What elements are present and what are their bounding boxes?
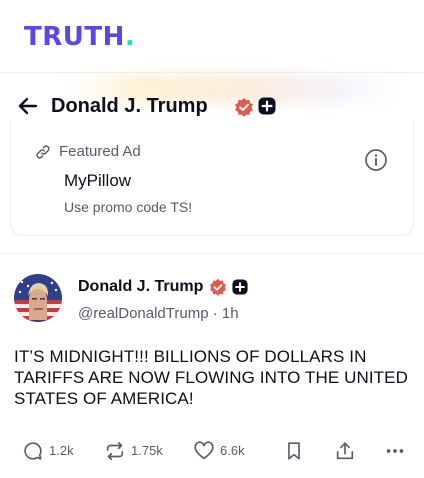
avatar-image (14, 274, 62, 322)
post-author-row: Donald J. Trump (78, 276, 248, 298)
bookmark-button[interactable] (283, 436, 305, 466)
link-icon (36, 145, 50, 159)
featured-ad-card[interactable]: Featured Ad MyPillow Use promo code TS! (10, 120, 414, 236)
reply-count: 1.2k (49, 443, 74, 458)
top-bar: TRUTH. (0, 0, 424, 72)
plus-badge-icon (232, 279, 248, 295)
meta-separator: · (212, 305, 218, 322)
retruth-button[interactable]: 1.75k (104, 436, 163, 466)
post-actions: 1.2k 1.75k 6.6k (0, 436, 424, 466)
ad-subtitle: Use promo code TS! (64, 199, 193, 215)
verified-badge-icon (210, 278, 227, 296)
arrow-left-icon[interactable] (16, 94, 40, 118)
retruth-icon (106, 441, 124, 461)
ad-label: Featured Ad (59, 143, 141, 160)
like-button[interactable]: 6.6k (193, 436, 245, 466)
more-icon (386, 449, 404, 453)
bookmark-icon (288, 442, 300, 460)
reply-icon (24, 442, 42, 460)
truth-logo[interactable]: TRUTH. (24, 22, 135, 52)
post-meta: @realDonaldTrump · 1h (78, 304, 239, 324)
verified-badge-icon (235, 98, 253, 117)
plus-badge-icon (258, 97, 276, 115)
share-button[interactable] (334, 436, 356, 466)
info-icon[interactable] (364, 148, 388, 172)
truth-social-app: TRUTH. Donald J. Trump Featured Ad MyPil… (0, 0, 424, 478)
divider (0, 72, 424, 73)
avatar[interactable] (14, 274, 62, 322)
logo-dot: . (124, 22, 136, 52)
post-text: IT’S MIDNIGHT!!! BILLIONS OF DOLLARS IN … (14, 347, 408, 408)
post-author-name[interactable]: Donald J. Trump (78, 277, 203, 297)
more-button[interactable] (384, 436, 406, 466)
like-count: 6.6k (220, 443, 245, 458)
heart-icon (194, 441, 214, 460)
post-handle[interactable]: @realDonaldTrump (78, 305, 209, 322)
profile-name: Donald J. Trump (51, 95, 208, 117)
ad-label-row: Featured Ad (35, 142, 141, 162)
logo-text: TRUTH (24, 22, 125, 52)
retruth-count: 1.75k (131, 443, 163, 458)
reply-button[interactable]: 1.2k (22, 436, 74, 466)
post-time[interactable]: 1h (222, 305, 239, 322)
share-icon (336, 442, 354, 460)
ad-title[interactable]: MyPillow (64, 170, 131, 192)
divider (0, 253, 424, 254)
